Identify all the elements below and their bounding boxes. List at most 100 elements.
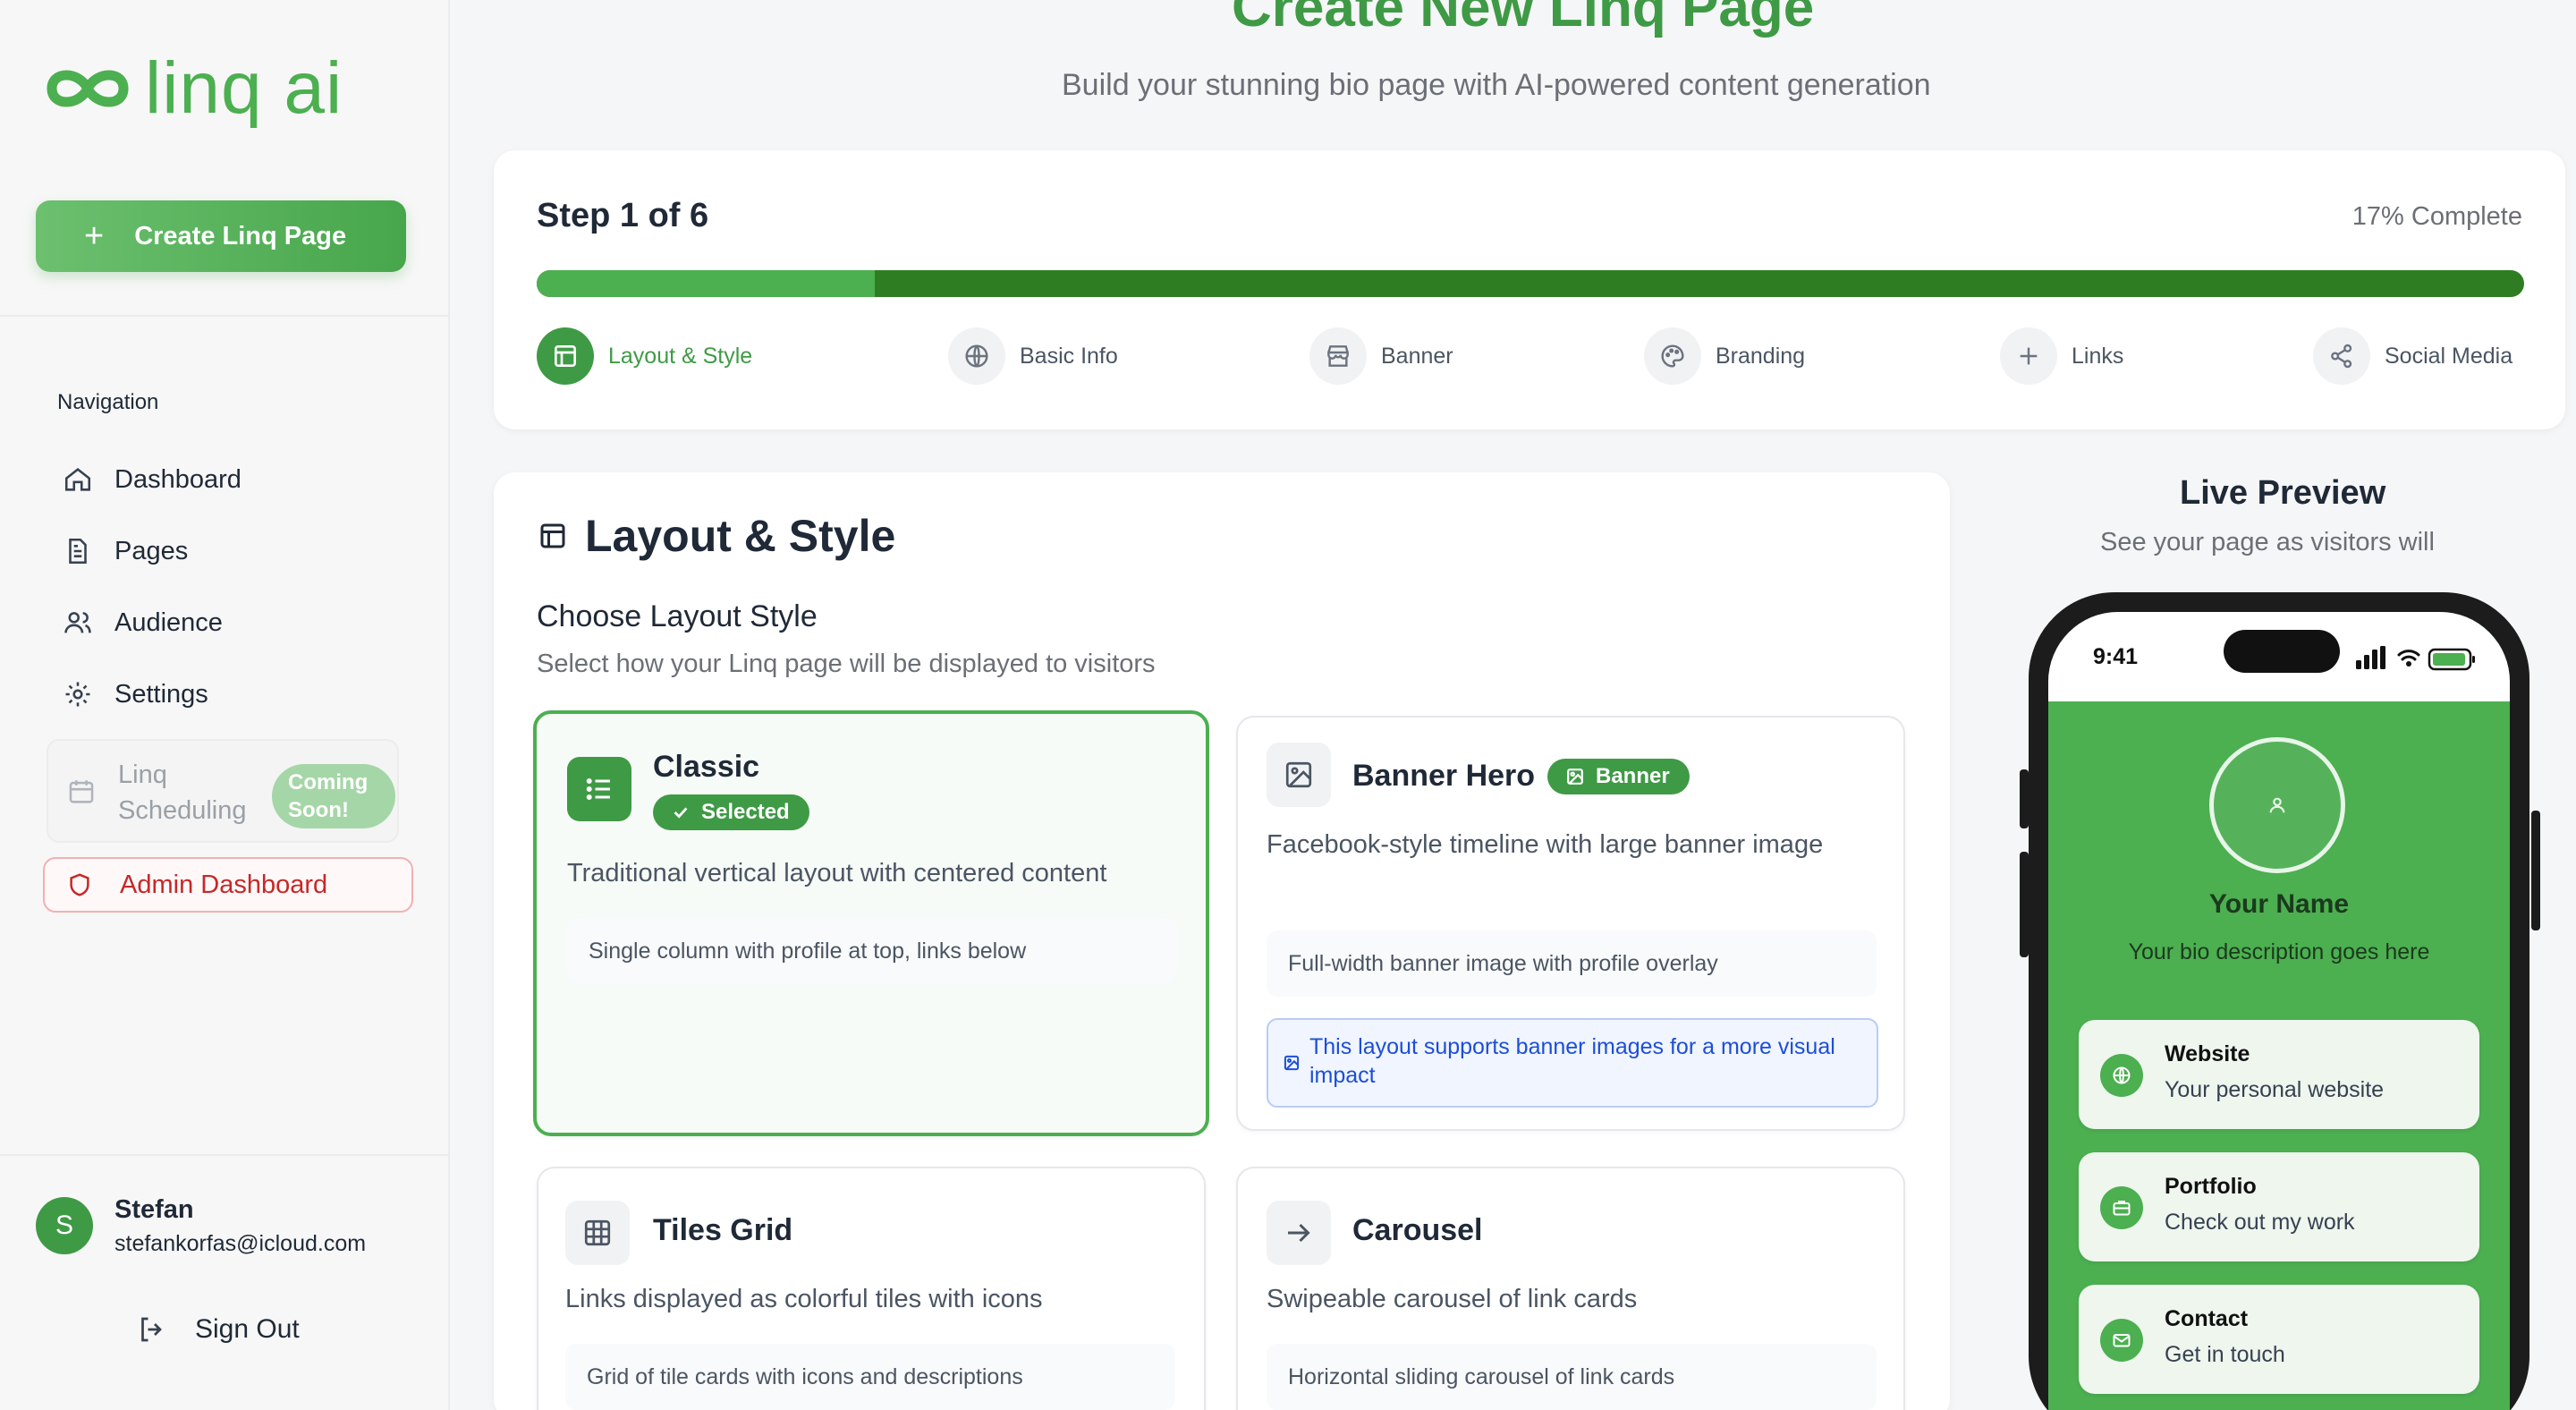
- step-layout-style[interactable]: Layout & Style: [537, 327, 752, 385]
- step-label: Step 1 of 6: [537, 197, 709, 234]
- option-detail: Single column with profile at top, links…: [567, 918, 1177, 984]
- step-social-media[interactable]: Social Media: [2313, 327, 2512, 385]
- globe-icon: [965, 344, 988, 368]
- shield-icon: [70, 873, 89, 896]
- progress-bar-fill: [537, 270, 875, 297]
- live-preview-title: Live Preview: [2180, 474, 2386, 512]
- user-email: stefankorfas@icloud.com: [114, 1231, 367, 1256]
- option-name: Banner Hero: [1352, 759, 1536, 793]
- section-title: Choose Layout Style: [537, 599, 818, 633]
- phone-side-button: [2531, 811, 2540, 930]
- logo-text: linq ai: [145, 47, 343, 129]
- phone-side-button: [2020, 769, 2029, 828]
- layout-option-banner-hero[interactable]: Banner Hero Banner Facebook-style timeli…: [1236, 716, 1905, 1131]
- layout-style-card: Layout & Style Choose Layout Style Selec…: [494, 472, 1950, 1410]
- image-icon: [1285, 761, 1312, 788]
- admin-dashboard-button[interactable]: Admin Dashboard: [43, 857, 413, 913]
- layout-option-carousel[interactable]: Carousel Swipeable carousel of link card…: [1236, 1167, 1905, 1410]
- link-title: Portfolio: [2165, 1174, 2257, 1199]
- link-subtitle: Your personal website: [2165, 1077, 2385, 1102]
- image-icon: [1284, 1055, 1300, 1071]
- step-label-text: Layout & Style: [608, 343, 753, 369]
- step-label-text: Social Media: [2385, 343, 2513, 369]
- step-label-text: Links: [2072, 343, 2124, 369]
- preview-link-website[interactable]: Website Your personal website: [2079, 1020, 2479, 1129]
- layout-icon: [540, 523, 565, 548]
- option-detail: Horizontal sliding carousel of link card…: [1267, 1344, 1877, 1410]
- store-icon: [1327, 345, 1349, 367]
- link-title: Contact: [2165, 1306, 2249, 1331]
- option-description: Links displayed as colorful tiles with i…: [565, 1285, 1043, 1313]
- banner-info-note: This layout supports banner images for a…: [1267, 1018, 1878, 1108]
- globe-icon: [2113, 1066, 2131, 1084]
- grid-icon: [584, 1219, 611, 1246]
- step-links[interactable]: Links: [2000, 327, 2123, 385]
- section-description: Select how your Linq page will be displa…: [537, 650, 1156, 678]
- plus-icon: [2020, 347, 2038, 365]
- sidebar-item-dashboard[interactable]: Dashboard: [63, 457, 242, 502]
- plus-icon: +: [84, 217, 105, 255]
- user-icon: [2269, 797, 2285, 813]
- sidebar-item-label: Dashboard: [114, 464, 242, 494]
- link-subtitle: Get in touch: [2165, 1342, 2285, 1367]
- infinity-logo-icon: [47, 70, 129, 107]
- option-description: Traditional vertical layout with centere…: [567, 859, 1107, 888]
- profile-bio: Your bio description goes here: [2128, 939, 2430, 964]
- preview-link-contact[interactable]: Contact Get in touch: [2079, 1285, 2479, 1394]
- gear-icon: [65, 682, 90, 707]
- user-name: Stefan: [114, 1195, 194, 1224]
- layout-option-classic[interactable]: Classic Selected Traditional vertical la…: [533, 710, 1209, 1136]
- option-name: Tiles Grid: [653, 1213, 793, 1247]
- sidebar-item-label: Audience: [114, 607, 223, 637]
- nav-heading: Navigation: [57, 390, 159, 414]
- profile-avatar: [2209, 737, 2345, 873]
- option-description: Facebook-style timeline with large banne…: [1267, 830, 1824, 859]
- users-icon: [64, 612, 91, 633]
- avatar[interactable]: S: [36, 1197, 93, 1254]
- step-basic-info[interactable]: Basic Info: [948, 327, 1118, 385]
- check-icon: [674, 807, 688, 819]
- page-subtitle: Build your stunning bio page with AI-pow…: [1062, 68, 1931, 102]
- step-banner[interactable]: Banner: [1309, 327, 1453, 385]
- status-bar: 9:41: [2048, 612, 2510, 701]
- option-detail: Grid of tile cards with icons and descri…: [565, 1344, 1175, 1410]
- link-title: Website: [2165, 1041, 2250, 1066]
- create-linq-page-button[interactable]: + Create Linq Page: [36, 200, 406, 272]
- progress-percent: 17% Complete: [2351, 202, 2522, 231]
- image-icon: [1567, 769, 1583, 785]
- live-preview-subtitle: See your page as visitors will: [2100, 528, 2435, 556]
- document-icon: [69, 538, 87, 565]
- option-name: Carousel: [1352, 1213, 1483, 1247]
- step-label-text: Branding: [1716, 343, 1806, 369]
- layout-option-tiles-grid[interactable]: Tiles Grid Links displayed as colorful t…: [537, 1167, 1206, 1410]
- palette-icon: [1661, 344, 1684, 368]
- status-time: 9:41: [2093, 644, 2139, 669]
- coming-soon-badge: Coming Soon!: [272, 764, 395, 828]
- sidebar-item-pages[interactable]: Pages: [63, 529, 188, 573]
- step-branding[interactable]: Branding: [1644, 327, 1805, 385]
- sidebar-item-audience[interactable]: Audience: [63, 600, 223, 645]
- page-title: Create New Linq Page: [1232, 0, 1815, 38]
- logo[interactable]: linq ai: [43, 52, 343, 125]
- logout-icon: [141, 1317, 162, 1342]
- share-icon: [2331, 344, 2352, 369]
- list-icon: [586, 778, 610, 800]
- sidebar-item-settings[interactable]: Settings: [63, 672, 208, 717]
- sign-out-button[interactable]: Sign Out: [136, 1313, 300, 1346]
- profile-name: Your Name: [2208, 889, 2350, 919]
- admin-label: Admin Dashboard: [120, 870, 328, 899]
- status-icons: [2356, 646, 2475, 671]
- phone-mockup: 9:41 Your Name Your bio description goes…: [2029, 592, 2529, 1410]
- layout-icon: [555, 345, 576, 367]
- layout-card-title: Layout & Style: [585, 511, 896, 561]
- sign-out-label: Sign Out: [195, 1314, 300, 1344]
- divider: [0, 1154, 448, 1156]
- sidebar: linq ai + Create Linq Page Navigation Da…: [0, 0, 450, 1410]
- option-description: Swipeable carousel of link cards: [1267, 1285, 1638, 1313]
- banner-badge: Banner: [1547, 759, 1690, 794]
- progress-bar: [537, 270, 2524, 297]
- step-label-text: Banner: [1381, 343, 1453, 369]
- preview-link-portfolio[interactable]: Portfolio Check out my work: [2079, 1152, 2479, 1261]
- option-detail: Full-width banner image with profile ove…: [1267, 930, 1877, 997]
- mail-icon: [2113, 1334, 2131, 1347]
